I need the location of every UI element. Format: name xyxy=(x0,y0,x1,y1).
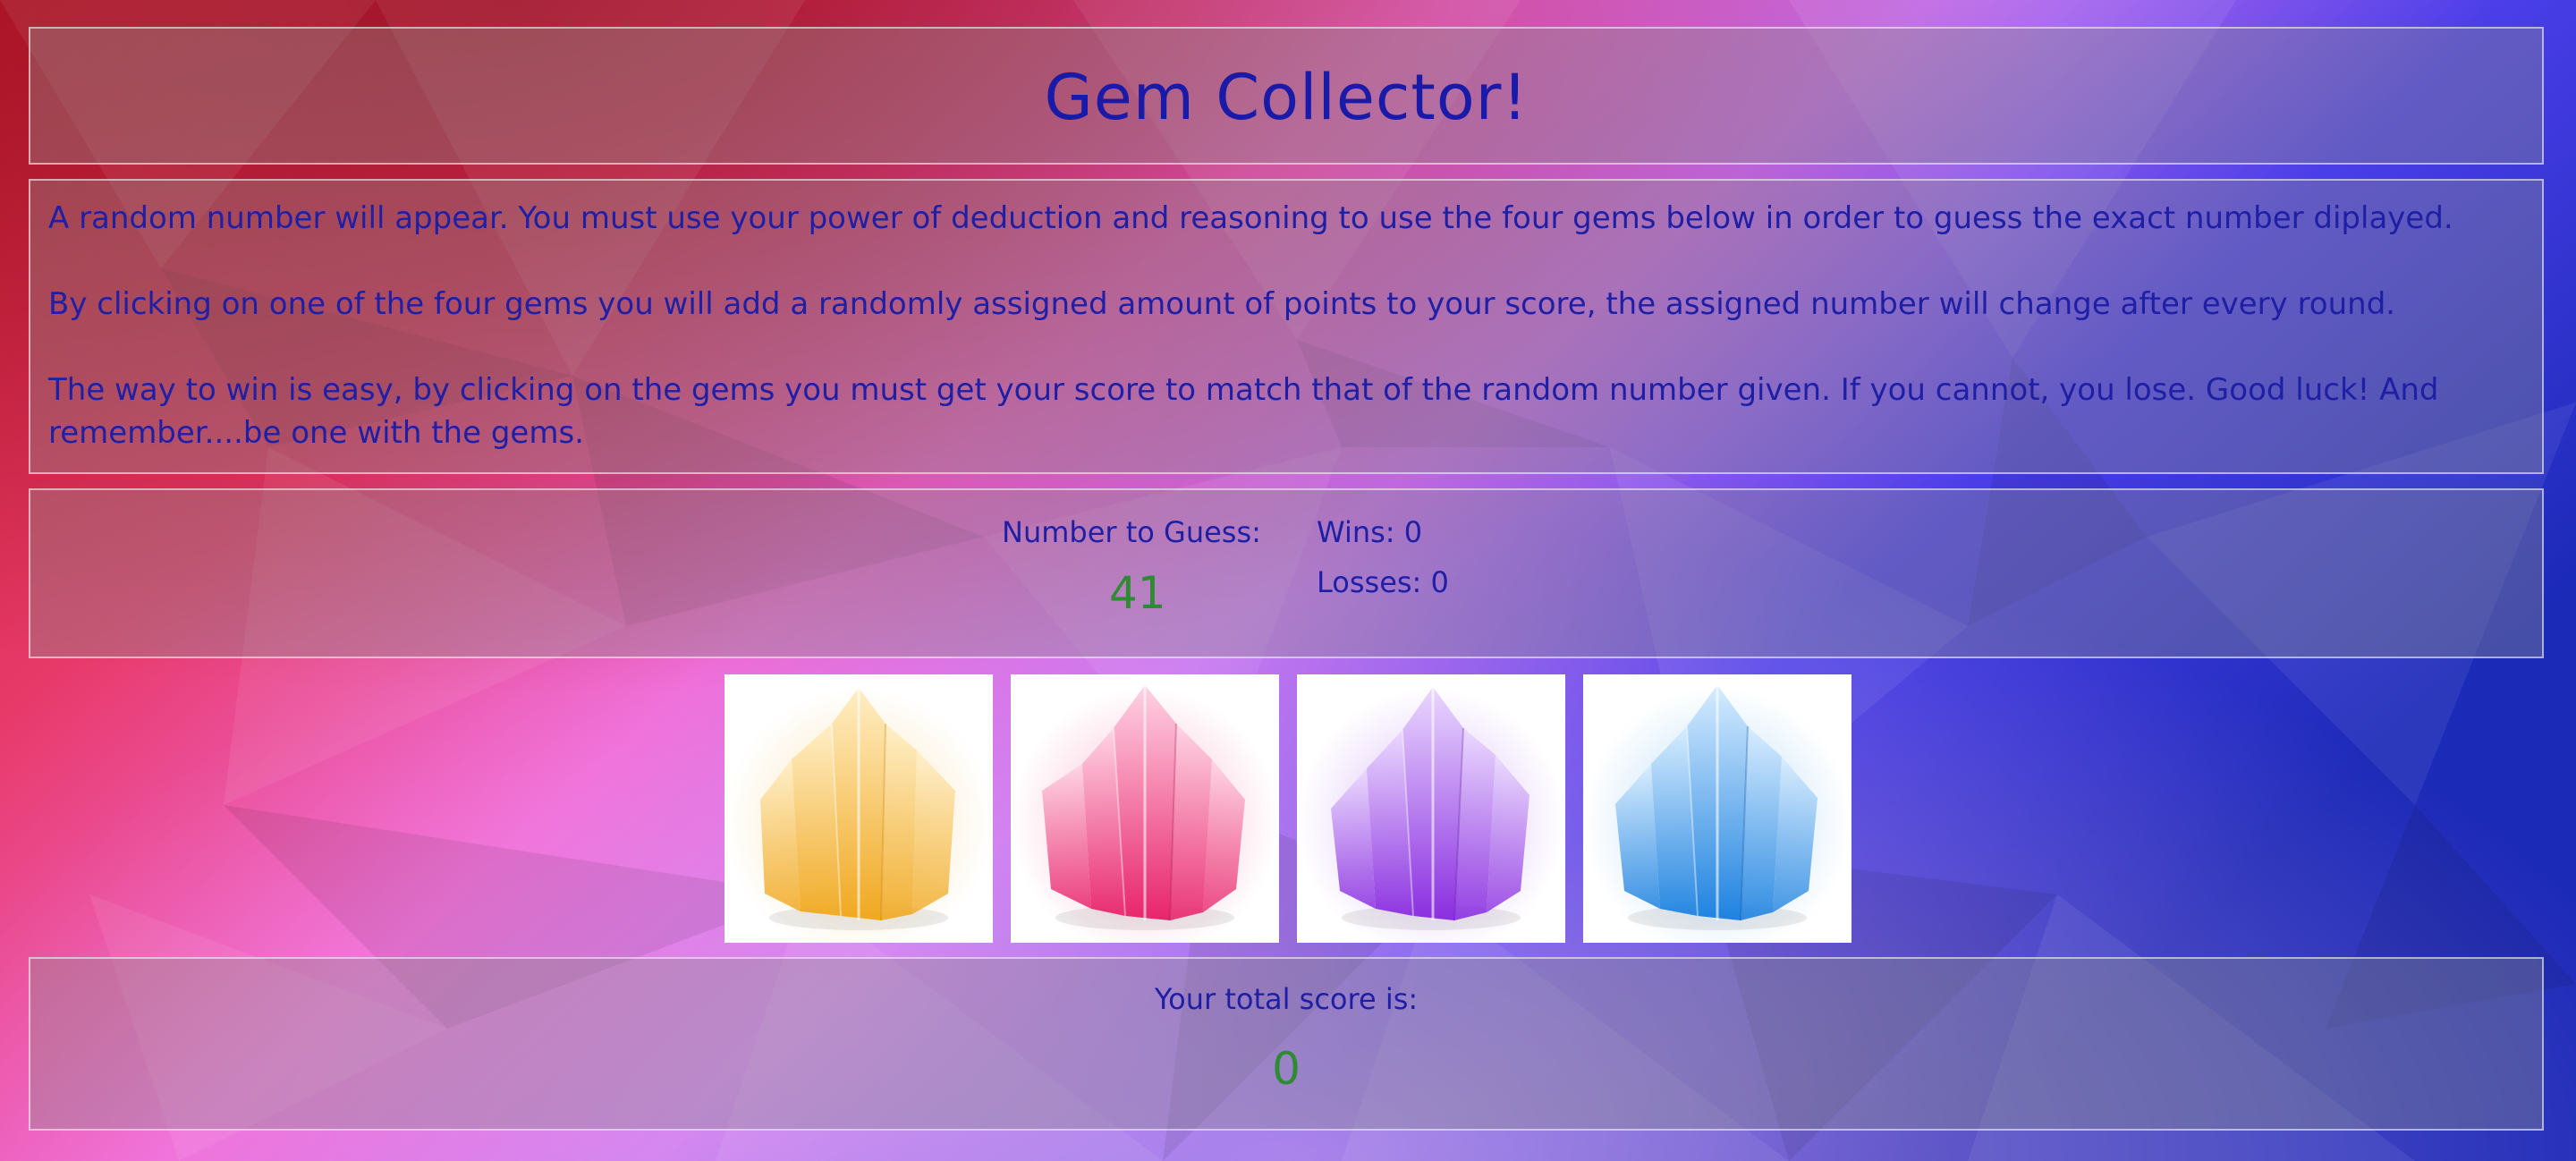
instruction-paragraph: A random number will appear. You must us… xyxy=(48,200,2453,236)
page-title: Gem Collector! xyxy=(1044,61,1529,134)
total-score-value: 0 xyxy=(1272,1043,1301,1095)
instructions-panel: A random number will appear. You must us… xyxy=(29,179,2544,474)
purple-crystal-icon xyxy=(1297,674,1565,943)
instructions-text: A random number will appear. You must us… xyxy=(48,197,2515,454)
number-to-guess-label: Number to Guess: xyxy=(1002,515,1261,549)
blue-gem-button[interactable] xyxy=(1583,674,1852,943)
instruction-paragraph: By clicking on one of the four gems you … xyxy=(48,286,2396,322)
yellow-gem-button[interactable] xyxy=(724,674,993,943)
number-to-guess-value: 41 xyxy=(1109,567,1166,619)
pink-crystal-icon xyxy=(1011,674,1279,943)
yellow-crystal-icon xyxy=(724,674,993,943)
score-panel: Your total score is: 0 xyxy=(29,957,2544,1131)
stats-panel: Number to Guess: 41 Wins: 0 Losses: 0 xyxy=(29,488,2544,658)
pink-gem-button[interactable] xyxy=(1011,674,1279,943)
losses-counter: Losses: 0 xyxy=(1317,565,1449,599)
wins-counter: Wins: 0 xyxy=(1317,515,1423,549)
instruction-paragraph: The way to win is easy, by clicking on t… xyxy=(48,372,2439,451)
total-score-label: Your total score is: xyxy=(1154,982,1419,1016)
purple-gem-button[interactable] xyxy=(1297,674,1565,943)
title-panel: Gem Collector! xyxy=(29,27,2544,165)
blue-crystal-icon xyxy=(1583,674,1852,943)
gem-row xyxy=(724,674,1852,943)
